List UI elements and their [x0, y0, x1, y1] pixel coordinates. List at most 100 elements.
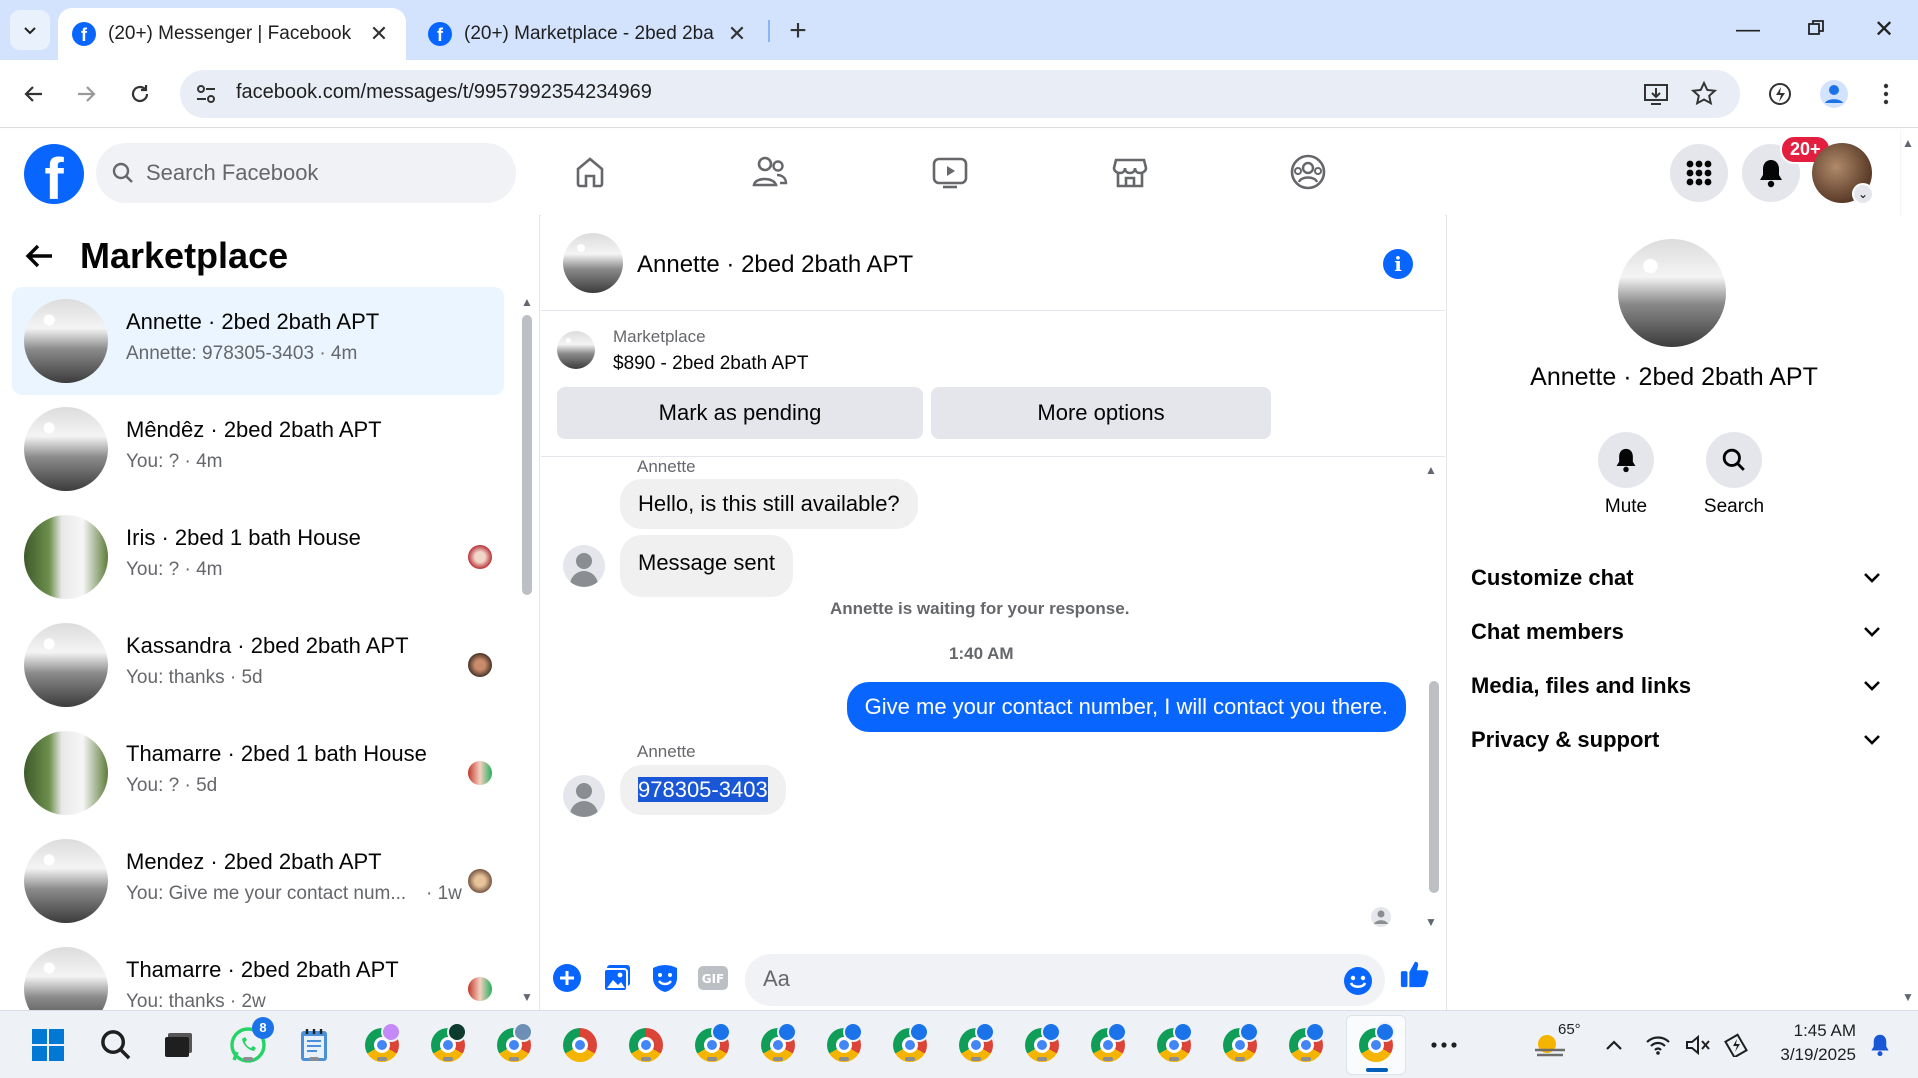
wifi-status[interactable] [1640, 1023, 1676, 1067]
show-more-apps-button[interactable] [1422, 1023, 1466, 1067]
listing-price[interactable]: $890 - 2bed 2bath APT [613, 353, 808, 375]
nav-friends[interactable] [734, 141, 806, 203]
thread-scrollbar[interactable] [1429, 681, 1439, 893]
tab-messenger[interactable]: f (20+) Messenger | Facebook ✕ [58, 8, 406, 60]
more-options-button[interactable]: More options [931, 387, 1271, 439]
close-tab-icon[interactable]: ✕ [724, 21, 750, 47]
close-window-button[interactable]: ✕ [1864, 10, 1904, 50]
start-button[interactable] [26, 1023, 70, 1067]
back-arrow-icon[interactable] [24, 243, 54, 269]
conversation-item[interactable]: Kassandra · 2bed 2bath APT You: thanks ·… [12, 611, 504, 719]
conversation-item[interactable]: Iris · 2bed 1 bath House You: ? · 4m [12, 503, 504, 611]
facebook-search[interactable] [96, 143, 516, 203]
like-send-button[interactable] [1399, 958, 1431, 990]
emoji-icon[interactable] [1343, 966, 1373, 996]
address-bar[interactable]: facebook.com/messages/t/9957992354234969 [180, 70, 1740, 118]
section-media-files-links[interactable]: Media, files and links [1471, 661, 1881, 711]
chrome-app[interactable] [558, 1023, 602, 1067]
listing-thumbnail[interactable] [557, 331, 595, 369]
phone-number-text[interactable]: 978305-3403 [638, 777, 768, 802]
section-chat-members[interactable]: Chat members [1471, 607, 1881, 657]
conversation-item[interactable]: Thamarre · 2bed 1 bath House You: ? · 5d [12, 719, 504, 827]
mute-button[interactable]: Mute [1581, 432, 1671, 518]
list-scroll-up-icon[interactable]: ▲ [521, 295, 533, 309]
chrome-app[interactable] [360, 1022, 404, 1067]
chrome-app[interactable] [492, 1022, 536, 1067]
tray-overflow-button[interactable] [1594, 1023, 1634, 1067]
page-scroll-up-icon[interactable]: ▲ [1902, 136, 1914, 150]
restore-button[interactable] [1796, 10, 1836, 50]
nav-marketplace[interactable] [1094, 141, 1166, 203]
nav-video[interactable] [914, 141, 986, 203]
thread-scroll-up-icon[interactable]: ▲ [1425, 463, 1437, 477]
incoming-message[interactable]: Hello, is this still available? [620, 479, 918, 529]
install-app-icon[interactable] [1642, 80, 1670, 108]
site-settings-icon[interactable] [194, 82, 218, 106]
nav-groups[interactable] [1272, 141, 1344, 203]
new-tab-button[interactable]: + [782, 14, 814, 48]
conversation-avatar[interactable] [563, 233, 623, 293]
back-button[interactable] [14, 74, 54, 114]
profile-button[interactable] [1814, 74, 1854, 114]
task-view-button[interactable] [158, 1023, 202, 1067]
clock-date[interactable]: 3/19/2025 [1756, 1045, 1856, 1065]
sender-avatar[interactable] [563, 545, 605, 587]
message-input[interactable] [763, 966, 1303, 992]
battery-status[interactable] [1718, 1023, 1754, 1067]
outgoing-message[interactable]: Give me your contact number, I will cont… [846, 682, 1406, 732]
account-avatar[interactable]: ⌄ [1812, 143, 1874, 205]
info-icon[interactable]: i [1383, 249, 1413, 279]
minimize-button[interactable]: — [1728, 10, 1768, 50]
incoming-message[interactable]: Message sent [620, 535, 793, 597]
tab-marketplace[interactable]: f (20+) Marketplace - 2bed 2bath ✕ [414, 8, 764, 60]
conversation-item[interactable]: Mendez · 2bed 2bath APT You: Give me you… [12, 827, 504, 935]
tab-search-button[interactable] [10, 10, 50, 50]
browser-menu-button[interactable] [1866, 74, 1906, 114]
chrome-app[interactable] [1152, 1022, 1196, 1067]
contact-avatar[interactable] [1618, 239, 1726, 347]
facebook-logo-icon[interactable]: f [24, 144, 84, 204]
reload-button[interactable] [120, 74, 160, 114]
message-input-wrapper[interactable] [745, 954, 1385, 1006]
close-tab-icon[interactable]: ✕ [366, 21, 392, 47]
gif-button[interactable]: GIF [697, 962, 729, 994]
notepad-app[interactable] [292, 1023, 336, 1067]
chrome-app[interactable] [756, 1022, 800, 1067]
thread-scroll-down-icon[interactable]: ▼ [1425, 915, 1437, 929]
volume-status[interactable] [1680, 1023, 1716, 1067]
whatsapp-app[interactable]: 8 [226, 1017, 274, 1067]
chrome-app[interactable] [822, 1022, 866, 1067]
taskbar-search-button[interactable] [94, 1023, 138, 1067]
clock-time[interactable]: 1:45 AM [1756, 1021, 1856, 1041]
list-scrollbar[interactable] [522, 315, 532, 595]
chrome-app[interactable] [690, 1022, 734, 1067]
chrome-app[interactable] [624, 1023, 668, 1067]
conversation-item[interactable]: Thamarre · 2bed 2bath APT You: thanks · … [12, 935, 504, 1010]
conversation-title[interactable]: Annette · 2bed 2bath APT [637, 251, 913, 279]
chrome-app[interactable] [426, 1022, 470, 1067]
forward-button[interactable] [66, 74, 106, 114]
chrome-app[interactable] [1020, 1022, 1064, 1067]
chrome-app[interactable] [1086, 1022, 1130, 1067]
bookmark-star-icon[interactable] [1690, 80, 1718, 108]
chrome-app[interactable] [954, 1022, 998, 1067]
performance-button[interactable] [1760, 74, 1800, 114]
list-scroll-down-icon[interactable]: ▼ [521, 990, 533, 1004]
section-privacy-support[interactable]: Privacy & support [1471, 715, 1881, 765]
search-input[interactable] [146, 160, 486, 186]
attach-photo-button[interactable] [601, 962, 633, 994]
search-in-chat-button[interactable]: Search [1689, 432, 1779, 518]
conversation-item[interactable]: Annette · 2bed 2bath APT Annette: 978305… [12, 287, 504, 395]
chrome-app[interactable] [1284, 1022, 1328, 1067]
mark-as-pending-button[interactable]: Mark as pending [557, 387, 923, 439]
more-actions-button[interactable] [551, 962, 583, 994]
nav-home[interactable] [554, 141, 626, 203]
sticker-button[interactable] [649, 962, 681, 994]
chrome-app[interactable] [888, 1022, 932, 1067]
menu-button[interactable] [1670, 144, 1728, 202]
chrome-app-active[interactable] [1354, 1022, 1398, 1067]
weather-widget[interactable]: 65° [1516, 1021, 1586, 1067]
conversation-item[interactable]: Mêndêz · 2bed 2bath APT You: ? · 4m [12, 395, 504, 503]
notification-center-button[interactable] [1860, 1023, 1900, 1067]
sender-avatar[interactable] [563, 775, 605, 817]
